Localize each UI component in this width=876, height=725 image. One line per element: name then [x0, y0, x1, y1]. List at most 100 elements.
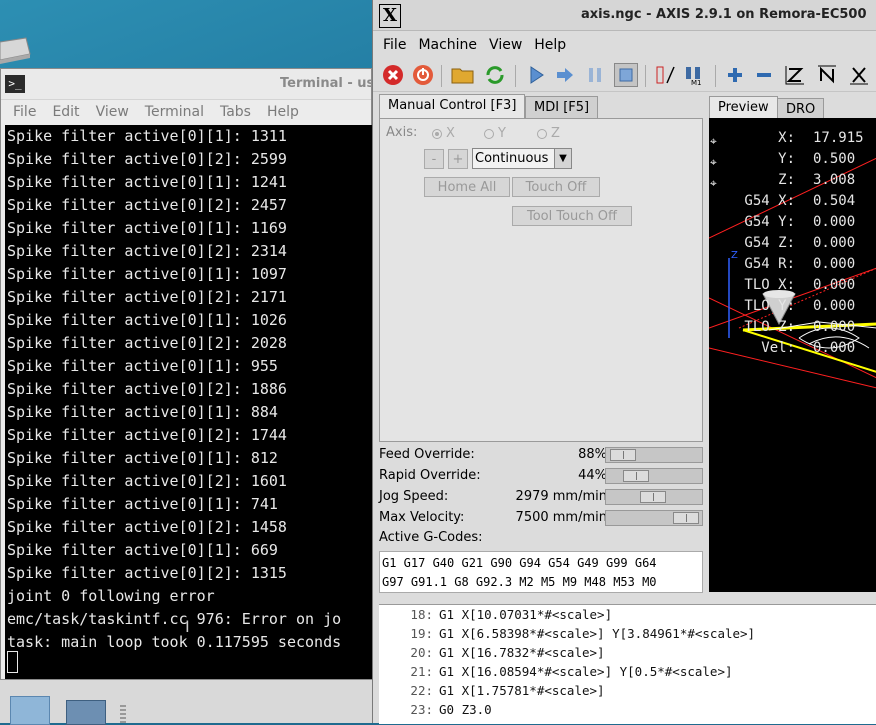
feed-override-label: Feed Override: — [379, 447, 475, 462]
dro-label: X: — [778, 130, 795, 146]
dro-label: TLO X: — [744, 277, 795, 293]
dro-label: G54 Y: — [744, 214, 795, 230]
terminal-line: Spike filter active[0][1]: 741 — [7, 495, 278, 513]
tab-mdi[interactable]: MDI [F5] — [525, 96, 599, 118]
run-icon[interactable] — [525, 63, 549, 87]
axis-title: axis.ngc - AXIS 2.9.1 on Remora-EC500 — [581, 7, 867, 22]
dro-row: TLO Z: 0.000 — [709, 319, 876, 340]
axis-menu-view[interactable]: View — [483, 31, 528, 59]
touch-off-button[interactable]: Touch Off — [512, 177, 600, 197]
dro-value: 0.504 — [813, 193, 856, 209]
listing-splitter[interactable] — [379, 594, 876, 604]
max-velocity-slider[interactable] — [605, 510, 703, 526]
slider-handle[interactable] — [623, 470, 649, 482]
terminal-cursor — [7, 651, 18, 673]
dro-row: Vel: 0.000 — [709, 340, 876, 361]
dro-label: G54 X: — [744, 193, 795, 209]
step-icon[interactable] — [553, 63, 577, 87]
program-listing[interactable]: 18: G1 X[10.07031*#<scale>] 19: G1 X[6.583… — [379, 604, 876, 724]
x-logo-icon[interactable]: X — [379, 4, 401, 28]
dro-row: ⌖ Y: 0.500 — [709, 151, 876, 172]
block-delete-icon[interactable] — [653, 63, 677, 87]
homed-icon: ⌖ — [710, 155, 717, 169]
jog-minus-button[interactable]: - — [424, 149, 444, 169]
power-icon[interactable] — [411, 63, 435, 87]
tool-touch-off-button[interactable]: Tool Touch Off — [512, 206, 632, 226]
program-line: 22: G1 X[1.75781*#<scale>] — [410, 683, 605, 698]
tab-manual-control[interactable]: Manual Control [F3] — [379, 94, 526, 118]
terminal-line: Spike filter active[0][1]: 955 — [7, 357, 278, 375]
optional-stop-icon[interactable]: M1 — [683, 63, 707, 87]
slider-handle[interactable] — [610, 449, 636, 461]
rapid-override-slider[interactable] — [605, 468, 703, 484]
feed-override-value: 88% — [578, 447, 607, 462]
pause-icon[interactable] — [583, 63, 607, 87]
jog-speed-value: 2979 mm/min — [515, 489, 607, 504]
dro-value: 0.000 — [813, 319, 856, 335]
axis-radio-z[interactable]: Z — [537, 126, 560, 141]
axis-window: X axis.ngc - AXIS 2.9.1 on Remora-EC500 … — [372, 0, 876, 724]
terminal-menubar: File Edit View Terminal Tabs Help — [1, 100, 371, 124]
stop-icon[interactable] — [614, 63, 638, 87]
axis-radio-y[interactable]: Y — [484, 126, 506, 141]
terminal-output[interactable]: Spike filter active[0][1]: 1311 Spike fi… — [5, 125, 373, 679]
drive-icon[interactable] — [0, 34, 32, 64]
axis-menu-help[interactable]: Help — [528, 31, 572, 59]
program-line: 19: G1 X[6.58398*#<scale>] Y[3.84961*#<sc… — [410, 626, 756, 641]
jog-speed-slider[interactable] — [605, 489, 703, 505]
tab-dro[interactable]: DRO — [777, 98, 825, 120]
terminal-menu-tabs[interactable]: Tabs — [212, 100, 259, 124]
svg-text:M1: M1 — [691, 79, 702, 86]
home-all-button[interactable]: Home All — [424, 177, 510, 197]
terminal-line: Spike filter active[0][2]: 2599 — [7, 150, 287, 168]
terminal-menu-view[interactable]: View — [88, 100, 137, 124]
terminal-line: Spike filter active[0][2]: 1744 — [7, 426, 287, 444]
folder-icon[interactable] — [66, 700, 106, 725]
terminal-line: Spike filter active[0][2]: 2171 — [7, 288, 287, 306]
zoom-out-icon[interactable] — [752, 63, 776, 87]
slider-handle[interactable] — [673, 512, 699, 524]
tab-preview[interactable]: Preview — [709, 96, 778, 118]
view-x-icon[interactable] — [847, 63, 871, 87]
terminal-menu-file[interactable]: File — [5, 100, 44, 124]
dro-value: 0.000 — [813, 340, 856, 356]
axis-titlebar[interactable]: X axis.ngc - AXIS 2.9.1 on Remora-EC500 — [373, 0, 876, 31]
terminal-menu-edit[interactable]: Edit — [44, 100, 87, 124]
active-gcodes-label: Active G-Codes: — [379, 530, 483, 545]
search-icon[interactable] — [10, 696, 50, 725]
axis-menu-machine[interactable]: Machine — [412, 31, 483, 59]
slider-handle[interactable] — [640, 491, 666, 503]
open-file-icon[interactable] — [451, 63, 475, 87]
view-z2-icon[interactable] — [815, 63, 839, 87]
dro-row: G54 Z: 0.000 — [709, 235, 876, 256]
homed-icon: ⌖ — [710, 176, 717, 190]
axis-menubar: File Machine View Help — [373, 31, 876, 59]
zoom-in-icon[interactable] — [723, 63, 747, 87]
axis-label: Axis: — [386, 125, 418, 140]
terminal-line: Spike filter active[0][2]: 2028 — [7, 334, 287, 352]
terminal-titlebar[interactable]: >_ Terminal - use — [1, 69, 383, 100]
taskbar-grip[interactable] — [120, 704, 126, 723]
terminal-title: Terminal - use — [280, 76, 384, 91]
rapid-override-value: 44% — [578, 468, 607, 483]
jog-mode-select[interactable]: Continuous ▼ — [472, 148, 572, 169]
dro-label: Vel: — [761, 340, 795, 356]
dro-value: 0.000 — [813, 256, 856, 272]
reload-icon[interactable] — [483, 63, 507, 87]
terminal-window: >_ Terminal - use File Edit View Termina… — [0, 68, 383, 680]
axis-menu-file[interactable]: File — [377, 31, 412, 59]
max-velocity-value: 7500 mm/min — [515, 510, 607, 525]
preview-canvas[interactable]: Z ⌖ X: 17.915 ⌖ Y: 0.500 ⌖ Z: 3.008 G54 X: 0.504 G5… — [709, 118, 876, 592]
feed-override-slider[interactable] — [605, 447, 703, 463]
axis-radio-x[interactable]: X — [432, 126, 455, 141]
terminal-line: Spike filter active[0][2]: 1601 — [7, 472, 287, 490]
terminal-line: Spike filter active[0][1]: 1026 — [7, 311, 287, 329]
estop-icon[interactable] — [381, 63, 405, 87]
terminal-menu-terminal[interactable]: Terminal — [137, 100, 212, 124]
terminal-line: Spike filter active[0][1]: 1241 — [7, 173, 287, 191]
terminal-menu-help[interactable]: Help — [259, 100, 307, 124]
jog-plus-button[interactable]: + — [448, 149, 468, 169]
view-z-icon[interactable] — [783, 63, 807, 87]
dro-label: TLO Z: — [744, 319, 795, 335]
program-line: 23: G0 Z3.0 — [410, 702, 492, 717]
